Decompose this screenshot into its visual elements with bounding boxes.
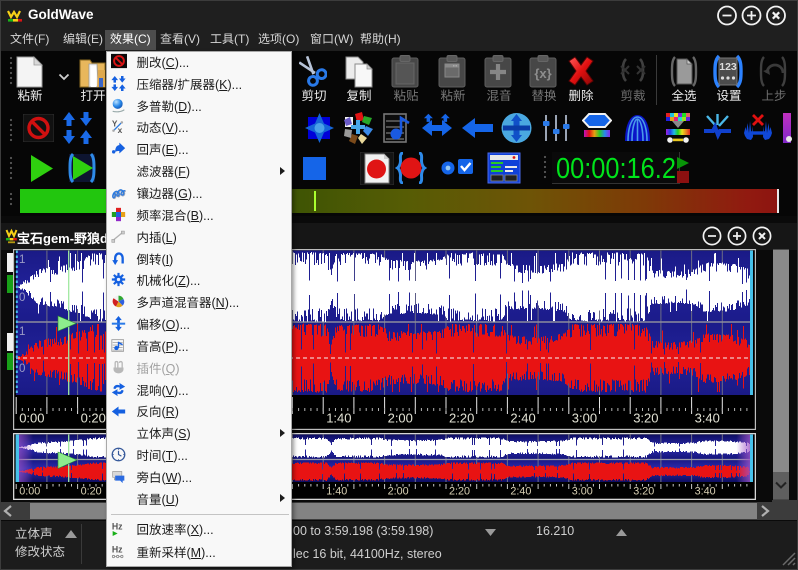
- svg-text:0: 0: [19, 363, 25, 375]
- svg-text:3:00: 3:00: [572, 411, 597, 426]
- svg-text:2:40: 2:40: [510, 411, 535, 426]
- svg-text:Hz: Hz: [112, 521, 123, 531]
- svg-text:0:20: 0:20: [81, 411, 106, 426]
- svg-text:{x}: {x}: [534, 66, 551, 81]
- svg-text:2:20: 2:20: [449, 411, 474, 426]
- svg-text:3:20: 3:20: [633, 411, 658, 426]
- svg-text:0:20: 0:20: [81, 486, 102, 498]
- svg-text:Hz: Hz: [112, 544, 123, 554]
- svg-text:2:00: 2:00: [388, 486, 409, 498]
- svg-text:2:20: 2:20: [449, 486, 470, 498]
- svg-text:1:40: 1:40: [326, 486, 347, 498]
- svg-text:1: 1: [19, 326, 25, 338]
- svg-text:1:40: 1:40: [326, 411, 351, 426]
- svg-text:3:40: 3:40: [695, 411, 720, 426]
- svg-text:2:40: 2:40: [510, 486, 531, 498]
- svg-text:3:00: 3:00: [572, 486, 593, 498]
- svg-text:0:00: 0:00: [19, 486, 40, 498]
- svg-text:0: 0: [19, 292, 25, 304]
- svg-text:3:40: 3:40: [695, 486, 716, 498]
- svg-text:123: 123: [719, 61, 737, 73]
- svg-text:2:00: 2:00: [388, 411, 413, 426]
- svg-text:1: 1: [19, 254, 25, 266]
- svg-text:3:20: 3:20: [633, 486, 654, 498]
- svg-text:0:00: 0:00: [19, 411, 44, 426]
